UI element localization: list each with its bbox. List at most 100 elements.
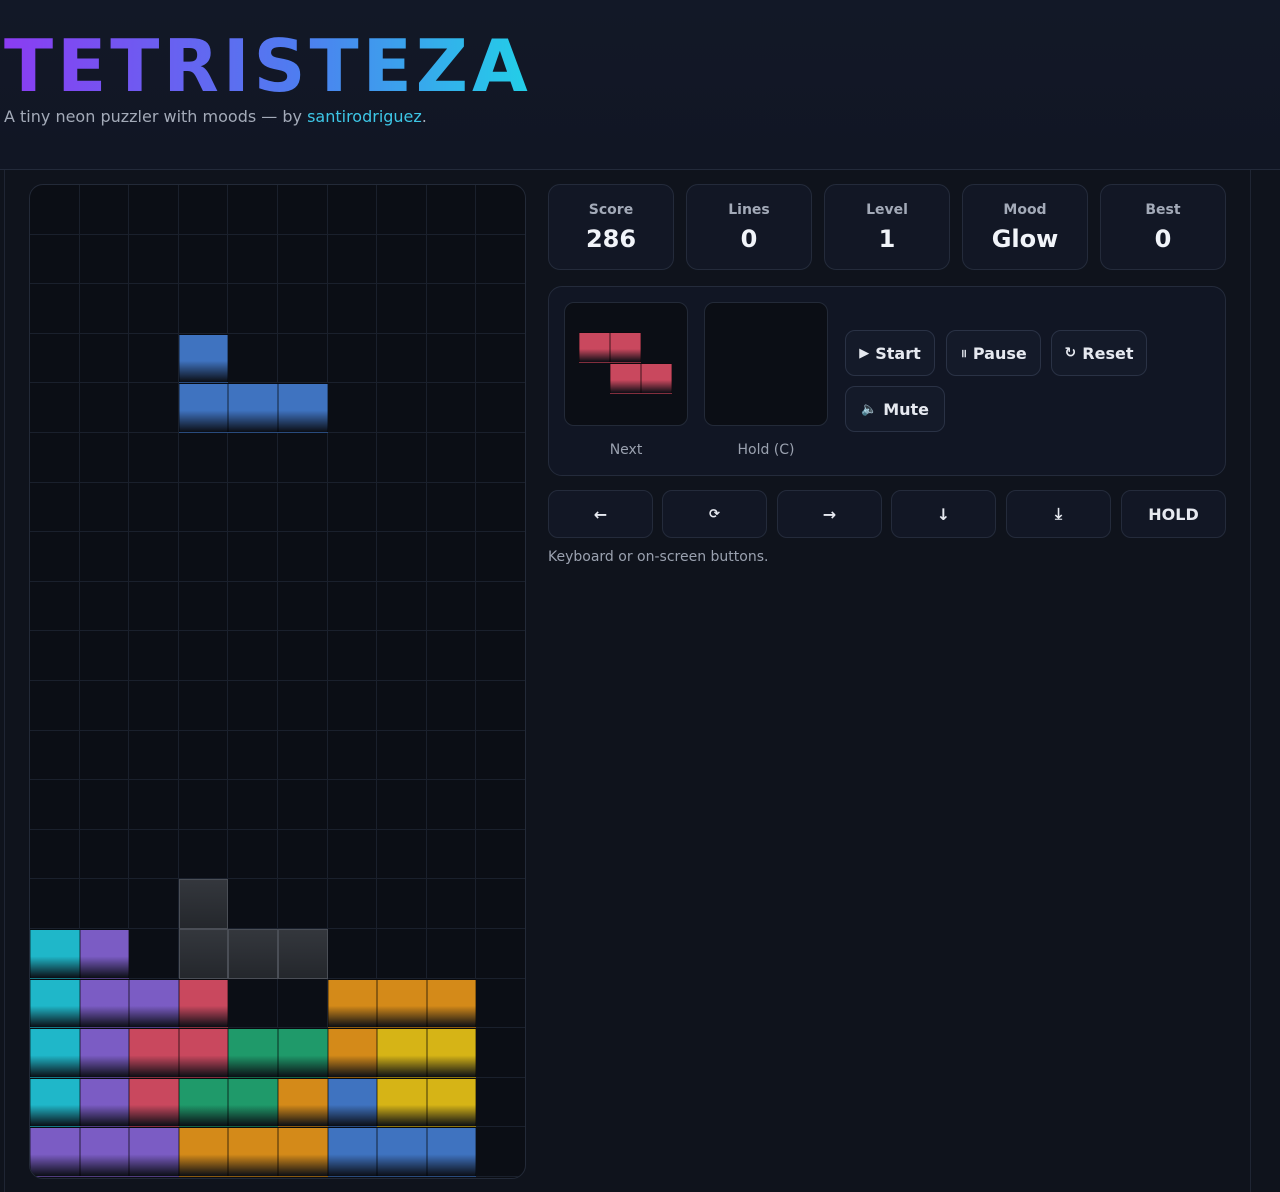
- game-board[interactable]: [29, 184, 526, 1179]
- tetromino-block: [30, 1127, 80, 1177]
- board-cell: [476, 631, 525, 681]
- pause-button[interactable]: ॥ Pause: [946, 330, 1041, 376]
- board-cell: [79, 829, 130, 880]
- board-cell: [278, 284, 328, 334]
- board-cell: [129, 730, 179, 781]
- board-cell: [278, 978, 328, 1029]
- stat-lines: Lines 0: [686, 184, 812, 270]
- board-cell: [327, 185, 378, 235]
- tetromino-block: [178, 1127, 229, 1177]
- board-cell: [129, 681, 179, 731]
- hold-button[interactable]: HOLD: [1121, 490, 1226, 538]
- tetromino-block: [426, 1028, 477, 1078]
- tetromino-block: [377, 1077, 427, 1128]
- tetromino-block: [178, 383, 229, 433]
- board-cell: [228, 185, 278, 235]
- board-cell: [30, 185, 80, 235]
- divider-left: [4, 170, 5, 1192]
- board-cell: [129, 185, 179, 235]
- board-cell: [278, 631, 328, 681]
- board-cell: [327, 631, 378, 681]
- tetromino-block: [129, 1028, 179, 1078]
- board-cell: [228, 581, 278, 632]
- board-cell: [278, 234, 328, 285]
- stat-level: Level 1: [824, 184, 950, 270]
- board-cell: [178, 433, 229, 483]
- board-cell: [79, 879, 130, 929]
- start-button[interactable]: ▶ Start: [845, 330, 935, 376]
- ghost-block: [178, 879, 229, 929]
- board-cell: [327, 482, 378, 533]
- board-cell: [79, 185, 130, 235]
- board-cell: [228, 829, 278, 880]
- tetromino-block: [327, 1028, 378, 1078]
- stat-label: Lines: [728, 202, 770, 218]
- pause-label: Pause: [972, 343, 1027, 363]
- board-cell: [228, 234, 278, 285]
- tetromino-block: [30, 1028, 80, 1078]
- board-cell: [79, 730, 130, 781]
- move-left-button[interactable]: ←: [548, 490, 653, 538]
- hold-label: Hold (C): [737, 442, 795, 458]
- board-cell: [377, 482, 427, 533]
- board-cell: [278, 829, 328, 880]
- board-cell: [228, 482, 278, 533]
- author-link[interactable]: santirodriguez: [307, 107, 422, 126]
- board-cell: [426, 829, 477, 880]
- board-cell: [476, 929, 525, 979]
- mute-button[interactable]: 🔈 Mute: [845, 386, 945, 432]
- hard-drop-button[interactable]: ⤓: [1006, 490, 1111, 538]
- board-cell: [476, 1028, 525, 1078]
- board-cell: [426, 383, 477, 433]
- board-cell: [228, 978, 278, 1029]
- reset-button[interactable]: ↻ Reset: [1051, 330, 1147, 376]
- board-cell: [79, 433, 130, 483]
- tetromino-block: [30, 978, 80, 1029]
- game-title: TETRISTEZA: [4, 24, 532, 108]
- board-cell: [476, 284, 525, 334]
- rotate-button[interactable]: ⟳: [662, 490, 767, 538]
- next-piece-preview: [564, 302, 688, 426]
- board-cell: [178, 581, 229, 632]
- arrow-left-icon: ←: [593, 504, 608, 524]
- board-cell: [178, 681, 229, 731]
- control-panel: Next Hold (C) ▶ Start ॥ Pause ↻ Reset 🔈 …: [548, 286, 1226, 476]
- board-cell: [129, 383, 179, 433]
- tetromino-block: [327, 1127, 378, 1177]
- reset-icon: ↻: [1064, 345, 1077, 361]
- tetromino-block: [79, 1077, 130, 1128]
- tetromino-block: [178, 1028, 229, 1078]
- board-cell: [476, 829, 525, 880]
- tetromino-block: [327, 978, 378, 1029]
- board-cell: [476, 581, 525, 632]
- board-cell: [377, 383, 427, 433]
- tetromino-block: [228, 1077, 278, 1128]
- ghost-block: [178, 929, 229, 979]
- board-cell: [30, 681, 80, 731]
- board-cell: [426, 333, 477, 384]
- stat-value: 1: [878, 225, 896, 253]
- tetromino-block: [129, 978, 179, 1029]
- board-cell: [30, 730, 80, 781]
- soft-drop-button[interactable]: ↓: [891, 490, 996, 538]
- board-cell: [377, 730, 427, 781]
- board-cell: [129, 532, 179, 582]
- board-cell: [129, 284, 179, 334]
- hold-piece-preview: [704, 302, 828, 426]
- board-cell: [377, 780, 427, 830]
- board-cell: [30, 879, 80, 929]
- board-cell: [129, 581, 179, 632]
- header: TETRISTEZA A tiny neon puzzler with mood…: [0, 0, 1280, 170]
- board-cell: [377, 631, 427, 681]
- board-cell: [228, 631, 278, 681]
- board-cell: [30, 482, 80, 533]
- board-cell: [228, 780, 278, 830]
- move-right-button[interactable]: →: [777, 490, 882, 538]
- board-cell: [278, 581, 328, 632]
- stat-score: Score 286: [548, 184, 674, 270]
- board-cell: [377, 234, 427, 285]
- board-cell: [476, 879, 525, 929]
- ghost-block: [228, 929, 278, 979]
- arrow-down-icon: ↓: [936, 504, 951, 524]
- board-cell: [377, 879, 427, 929]
